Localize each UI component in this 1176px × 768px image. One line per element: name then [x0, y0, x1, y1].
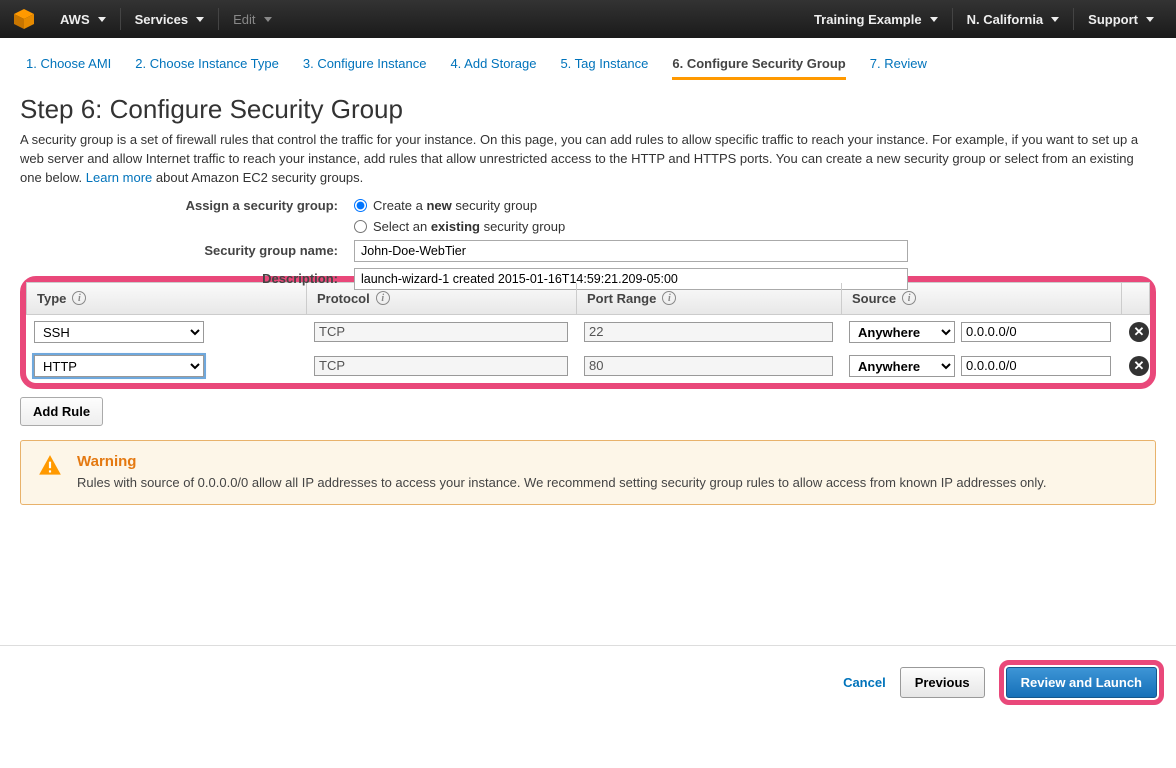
tab-configure-security-group[interactable]: 6. Configure Security Group: [672, 56, 845, 80]
nav-region[interactable]: N. California: [957, 12, 1070, 27]
col-type: Typei: [27, 283, 307, 314]
rule-type-select[interactable]: SSH: [34, 321, 204, 343]
rule-row: SSH Anywhere ✕: [26, 315, 1150, 349]
top-navbar: AWS Services Edit Training Example N. Ca…: [0, 0, 1176, 38]
nav-support[interactable]: Support: [1078, 12, 1164, 27]
radio-create-new-label: Create a new security group: [373, 198, 537, 213]
info-icon[interactable]: i: [376, 291, 390, 305]
learn-more-link[interactable]: Learn more: [86, 170, 152, 185]
radio-select-existing[interactable]: [354, 220, 367, 233]
review-highlight-box: Review and Launch: [999, 660, 1164, 705]
tab-add-storage[interactable]: 4. Add Storage: [450, 56, 536, 80]
previous-button[interactable]: Previous: [900, 667, 985, 698]
rule-source-select[interactable]: Anywhere: [849, 321, 955, 343]
nav-edit[interactable]: Edit: [223, 12, 281, 27]
tab-tag-instance[interactable]: 5. Tag Instance: [560, 56, 648, 80]
warning-title: Warning: [77, 453, 1046, 470]
sg-name-label: Security group name:: [20, 243, 354, 258]
nav-separator: [1073, 8, 1074, 30]
wizard-tabs: 1. Choose AMI 2. Choose Instance Type 3.…: [0, 38, 1176, 88]
nav-separator: [218, 8, 219, 30]
footer-actions: Cancel Previous Review and Launch: [0, 645, 1176, 719]
radio-select-existing-label: Select an existing security group: [373, 219, 565, 234]
cancel-link[interactable]: Cancel: [843, 675, 886, 690]
remove-rule-button[interactable]: ✕: [1129, 322, 1149, 342]
caret-icon: [1146, 17, 1154, 22]
nav-aws[interactable]: AWS: [50, 12, 116, 27]
rules-header: Typei Protocoli Port Rangei Sourcei: [26, 282, 1150, 315]
info-icon[interactable]: i: [662, 291, 676, 305]
review-and-launch-button[interactable]: Review and Launch: [1006, 667, 1157, 698]
rule-type-select[interactable]: HTTP: [34, 355, 204, 377]
aws-cube-icon: [12, 7, 36, 31]
warning-icon: [37, 453, 63, 493]
caret-icon: [98, 17, 106, 22]
tab-configure-instance[interactable]: 3. Configure Instance: [303, 56, 427, 80]
rule-port-input: [584, 322, 833, 342]
col-source: Sourcei: [842, 283, 1122, 314]
tab-choose-ami[interactable]: 1. Choose AMI: [26, 56, 111, 80]
rule-cidr-input[interactable]: [961, 322, 1111, 342]
rule-protocol-input: [314, 322, 568, 342]
add-rule-button[interactable]: Add Rule: [20, 397, 103, 426]
rule-port-input: [584, 356, 833, 376]
sg-name-input[interactable]: [354, 240, 908, 262]
remove-rule-button[interactable]: ✕: [1129, 356, 1149, 376]
rule-cidr-input[interactable]: [961, 356, 1111, 376]
rules-highlight-box: Typei Protocoli Port Rangei Sourcei SSH A…: [20, 276, 1156, 389]
info-icon[interactable]: i: [902, 291, 916, 305]
page-title: Step 6: Configure Security Group: [20, 94, 1156, 125]
nav-services[interactable]: Services: [125, 12, 215, 27]
caret-icon: [196, 17, 204, 22]
warning-body: Rules with source of 0.0.0.0/0 allow all…: [77, 474, 1046, 493]
warning-panel: Warning Rules with source of 0.0.0.0/0 a…: [20, 440, 1156, 506]
nav-separator: [120, 8, 121, 30]
col-port-range: Port Rangei: [577, 283, 842, 314]
info-icon[interactable]: i: [72, 291, 86, 305]
col-protocol: Protocoli: [307, 283, 577, 314]
rule-protocol-input: [314, 356, 568, 376]
caret-icon: [1051, 17, 1059, 22]
rule-source-select[interactable]: Anywhere: [849, 355, 955, 377]
caret-icon: [930, 17, 938, 22]
tab-choose-instance-type[interactable]: 2. Choose Instance Type: [135, 56, 279, 80]
page-description: A security group is a set of firewall ru…: [20, 131, 1156, 188]
rule-row: HTTP Anywhere ✕: [26, 349, 1150, 383]
assign-sg-label: Assign a security group:: [20, 198, 354, 213]
tab-review[interactable]: 7. Review: [870, 56, 927, 80]
nav-account[interactable]: Training Example: [804, 12, 948, 27]
radio-create-new[interactable]: [354, 199, 367, 212]
nav-separator: [952, 8, 953, 30]
caret-icon: [264, 17, 272, 22]
